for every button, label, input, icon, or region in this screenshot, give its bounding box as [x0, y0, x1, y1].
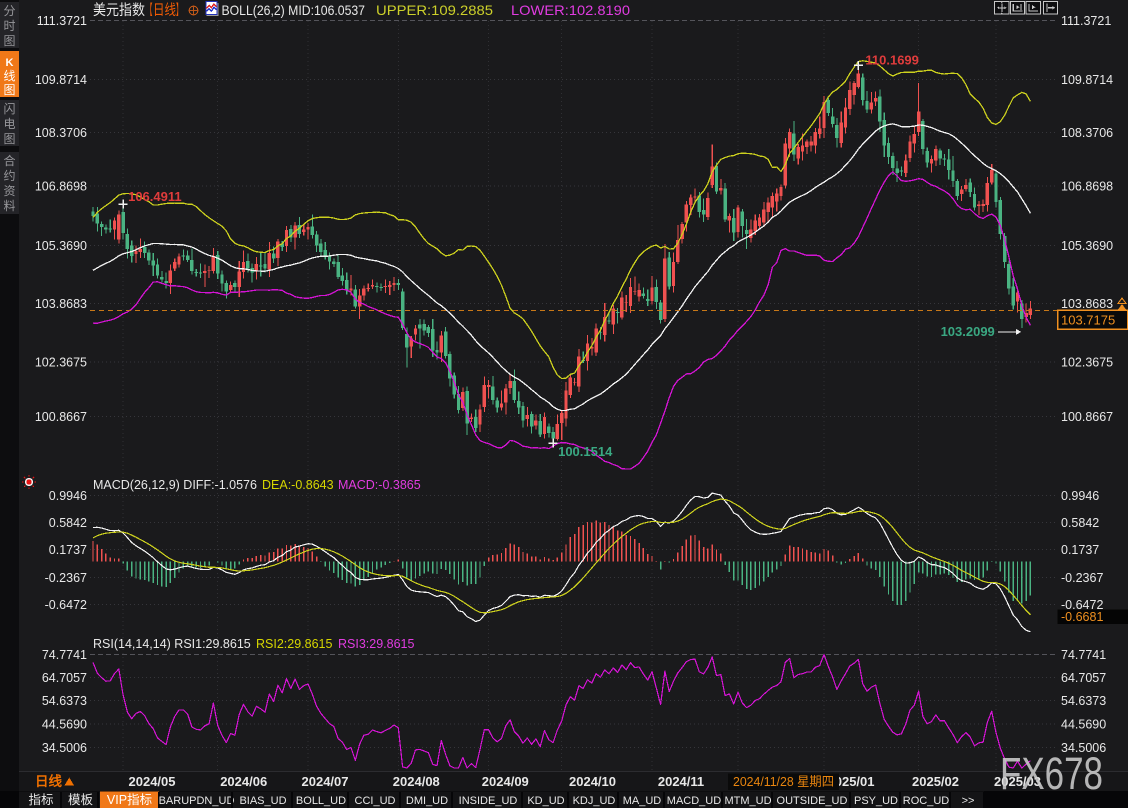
svg-text:日线: 日线 [153, 2, 176, 19]
svg-text:【: 【 [146, 2, 153, 19]
svg-text:2024/11/28 星期四: 2024/11/28 星期四 [733, 774, 834, 789]
svg-text:44.5690: 44.5690 [42, 717, 87, 731]
svg-text:分: 分 [3, 4, 15, 18]
svg-text:KDJ_UD: KDJ_UD [573, 795, 616, 807]
svg-text:美元指数: 美元指数 [93, 2, 145, 19]
svg-text:106.8698: 106.8698 [1061, 179, 1113, 193]
svg-text:103.2099: 103.2099 [941, 324, 995, 339]
svg-text:资: 资 [3, 184, 15, 198]
svg-text:2024/09: 2024/09 [482, 774, 529, 789]
svg-text:BIAS_UD: BIAS_UD [239, 795, 286, 807]
svg-text:111.3721: 111.3721 [37, 14, 87, 28]
svg-text:指标: 指标 [28, 792, 53, 807]
svg-text:MACD_UD: MACD_UD [667, 795, 721, 807]
svg-text:线: 线 [3, 69, 15, 83]
svg-text:0.1737: 0.1737 [1061, 543, 1099, 557]
svg-text:PSY_UD: PSY_UD [854, 795, 898, 807]
svg-text:103.7175: 103.7175 [1061, 313, 1115, 328]
svg-text:INSIDE_UD: INSIDE_UD [459, 795, 518, 807]
svg-text:0.5842: 0.5842 [49, 516, 87, 530]
svg-text:-0.2367: -0.2367 [45, 571, 87, 585]
svg-text:2025/02: 2025/02 [912, 774, 959, 789]
svg-text:2024/06: 2024/06 [220, 774, 267, 789]
svg-text:RSI2:29.8615: RSI2:29.8615 [256, 637, 332, 651]
svg-text:图: 图 [3, 34, 15, 48]
svg-text:合: 合 [3, 153, 15, 168]
svg-text:】: 】 [176, 2, 183, 19]
svg-text:105.3690: 105.3690 [1061, 239, 1113, 253]
svg-text:109.8714: 109.8714 [1061, 73, 1113, 87]
svg-text:100.8667: 100.8667 [35, 410, 87, 424]
svg-text:图: 图 [3, 132, 15, 146]
svg-text:-0.6472: -0.6472 [45, 598, 87, 612]
svg-text:UPPER:109.2885: UPPER:109.2885 [376, 2, 493, 18]
svg-text:日线: 日线 [35, 773, 62, 789]
svg-text:-0.6681: -0.6681 [1061, 610, 1103, 624]
svg-text:0.5842: 0.5842 [1061, 516, 1099, 530]
svg-text:106.4911: 106.4911 [128, 189, 182, 204]
svg-text:2024/08: 2024/08 [393, 774, 440, 789]
svg-text:0.1737: 0.1737 [49, 543, 87, 557]
svg-text:2024/05: 2024/05 [129, 774, 176, 789]
svg-text:-0.2367: -0.2367 [1061, 571, 1103, 585]
svg-text:109.8714: 109.8714 [35, 73, 87, 87]
svg-text:100.8667: 100.8667 [1061, 410, 1113, 424]
svg-text:105.3690: 105.3690 [35, 239, 87, 253]
svg-text:K: K [6, 57, 14, 69]
svg-text:MA_UD: MA_UD [623, 795, 662, 807]
svg-text:LOWER:102.8190: LOWER:102.8190 [511, 2, 630, 18]
svg-text:2024/10: 2024/10 [569, 774, 616, 789]
svg-text:44.5690: 44.5690 [1061, 717, 1106, 731]
svg-text:时: 时 [3, 19, 15, 33]
svg-text:电: 电 [3, 117, 15, 131]
svg-text:34.5006: 34.5006 [42, 741, 87, 755]
svg-text:DMI_UD: DMI_UD [406, 795, 448, 807]
svg-text:106.8698: 106.8698 [35, 179, 87, 193]
svg-text:BARUPDN_UD: BARUPDN_UD [159, 795, 235, 807]
svg-text:OUTSIDE_UD: OUTSIDE_UD [777, 795, 848, 807]
svg-text:54.6373: 54.6373 [42, 694, 87, 708]
svg-text:103.8683: 103.8683 [1061, 297, 1113, 311]
svg-text:CCI_UD: CCI_UD [355, 795, 396, 807]
svg-text:108.3706: 108.3706 [35, 126, 87, 140]
svg-text:DEA:-0.8643: DEA:-0.8643 [262, 478, 334, 492]
svg-text:0.9946: 0.9946 [1061, 489, 1099, 503]
svg-text:MTM_UD: MTM_UD [724, 795, 771, 807]
svg-text:图: 图 [3, 83, 15, 97]
svg-text:54.6373: 54.6373 [1061, 694, 1106, 708]
svg-text:FX678: FX678 [1000, 748, 1103, 799]
svg-text:2024/11: 2024/11 [658, 774, 704, 789]
svg-text:>>: >> [962, 795, 975, 807]
svg-text:约: 约 [3, 168, 15, 183]
svg-text:111.3721: 111.3721 [1061, 14, 1111, 28]
svg-text:74.7741: 74.7741 [42, 648, 87, 662]
svg-text:模板: 模板 [68, 793, 94, 807]
svg-text:0.9946: 0.9946 [49, 489, 87, 503]
svg-text:RSI3:29.8615: RSI3:29.8615 [338, 637, 414, 651]
svg-text:VIP指标: VIP指标 [107, 792, 152, 807]
svg-text:MACD:-0.3865: MACD:-0.3865 [338, 478, 421, 492]
svg-text:MACD(26,12,9) DIFF:-1.0576: MACD(26,12,9) DIFF:-1.0576 [93, 478, 257, 492]
svg-text:2024/07: 2024/07 [302, 774, 349, 789]
svg-text:BOLL_UD: BOLL_UD [296, 795, 346, 807]
svg-text:110.1699: 110.1699 [865, 52, 919, 67]
svg-text:74.7741: 74.7741 [1061, 648, 1106, 662]
svg-text:100.1514: 100.1514 [558, 444, 613, 459]
svg-text:102.3675: 102.3675 [35, 355, 87, 369]
svg-text:KD_UD: KD_UD [527, 795, 564, 807]
svg-text:64.7057: 64.7057 [42, 671, 87, 685]
svg-text:103.8683: 103.8683 [35, 297, 87, 311]
svg-text:102.3675: 102.3675 [1061, 355, 1113, 369]
svg-text:ROC_UD: ROC_UD [903, 795, 950, 807]
svg-text:108.3706: 108.3706 [1061, 126, 1113, 140]
svg-text:BOLL(26,2) MID:106.0537: BOLL(26,2) MID:106.0537 [222, 2, 366, 18]
svg-text:64.7057: 64.7057 [1061, 671, 1106, 685]
svg-text:料: 料 [3, 199, 15, 213]
svg-text:闪: 闪 [3, 102, 15, 116]
svg-text:RSI(14,14,14) RSI1:29.8615: RSI(14,14,14) RSI1:29.8615 [93, 637, 251, 651]
